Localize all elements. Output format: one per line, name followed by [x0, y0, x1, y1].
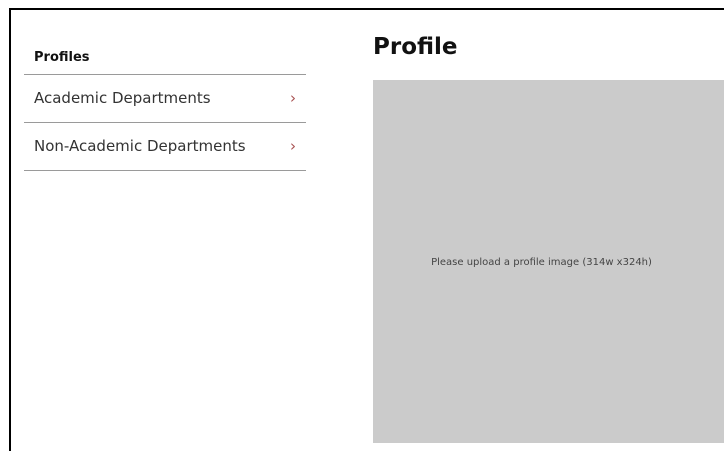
chevron-right-icon: ›: [290, 137, 296, 155]
sidebar: Profiles Academic Departments › Non-Acad…: [24, 42, 306, 171]
page-title: Profile: [373, 34, 458, 60]
sidebar-heading: Profiles: [24, 42, 306, 75]
profile-image-placeholder[interactable]: Please upload a profile image (314w x324…: [373, 80, 724, 443]
chevron-right-icon: ›: [290, 89, 296, 107]
sidebar-item-non-academic-departments[interactable]: Non-Academic Departments ›: [24, 123, 306, 171]
sidebar-item-academic-departments[interactable]: Academic Departments ›: [24, 75, 306, 123]
sidebar-item-label: Academic Departments: [34, 89, 211, 107]
content-frame: Profiles Academic Departments › Non-Acad…: [9, 8, 724, 451]
sidebar-item-label: Non-Academic Departments: [34, 137, 246, 155]
profile-image-hint: Please upload a profile image (314w x324…: [431, 257, 652, 268]
